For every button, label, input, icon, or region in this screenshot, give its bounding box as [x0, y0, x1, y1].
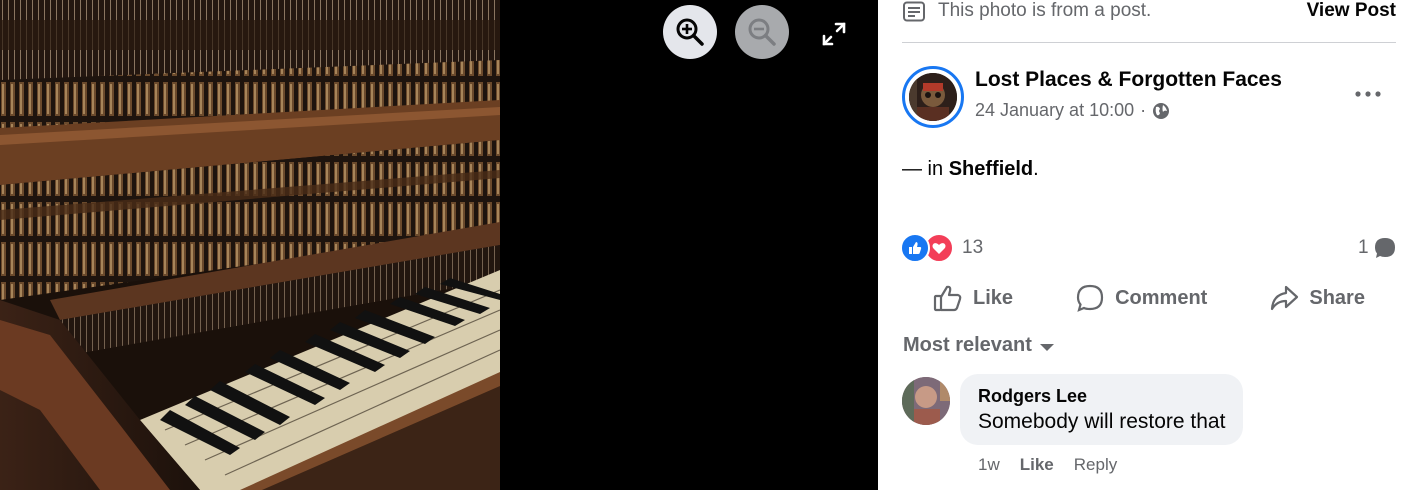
comment-text: Somebody will restore that — [978, 410, 1226, 433]
more-icon — [1355, 91, 1381, 97]
post-meta: 24 January at 10:00 · — [975, 100, 1170, 121]
share-button[interactable]: Share — [1269, 284, 1365, 312]
comment-age[interactable]: 1w — [978, 455, 1000, 475]
comment-icon — [1076, 284, 1104, 312]
comment-sort-dropdown[interactable]: Most relevant — [903, 334, 1054, 357]
share-icon — [1271, 285, 1299, 311]
meta-separator: · — [1140, 100, 1147, 120]
post-panel: This photo is from a post. View Post Los… — [878, 0, 1408, 490]
like-button-label: Like — [973, 286, 1014, 309]
more-options-button[interactable] — [1354, 84, 1382, 104]
comment-button[interactable]: Comment — [1075, 283, 1207, 313]
post-actions: Like Comment Share — [902, 274, 1396, 322]
comment-sort-label: Most relevant — [903, 334, 1032, 356]
reaction-count: 13 — [962, 237, 984, 258]
post-timestamp[interactable]: 24 January at 10:00 — [975, 100, 1134, 121]
comment-author[interactable]: Rodgers Lee — [978, 384, 1225, 408]
post-text: — in Sheffield. — [902, 158, 1039, 181]
comment-bubble-icon — [1374, 238, 1395, 258]
comment-author-avatar[interactable] — [902, 377, 950, 425]
photo-viewer — [0, 0, 878, 490]
comment-actions: 1w Like Reply — [978, 455, 1117, 475]
expand-icon — [822, 22, 846, 46]
post-notice-text: This photo is from a post. — [938, 0, 1152, 21]
post-text-prefix: — in — [902, 158, 949, 180]
caret-down-icon — [1039, 343, 1054, 351]
document-icon — [903, 1, 925, 22]
comment-count-value: 1 — [1358, 237, 1369, 258]
zoom-in-icon — [676, 18, 704, 46]
share-button-label: Share — [1309, 286, 1365, 309]
zoom-out-icon — [748, 18, 776, 46]
like-reaction-icon — [900, 233, 930, 263]
zoom-in-button[interactable] — [663, 5, 717, 59]
comment-reply-link[interactable]: Reply — [1074, 455, 1117, 475]
comment-like-link[interactable]: Like — [1020, 455, 1054, 475]
like-button[interactable]: Like — [933, 284, 1013, 312]
comment-count[interactable]: 1 — [1358, 236, 1397, 260]
view-post-link[interactable]: View Post — [1307, 0, 1396, 22]
page-avatar[interactable] — [902, 66, 964, 128]
comment-button-label: Comment — [1115, 286, 1208, 309]
globe-icon — [1153, 102, 1170, 119]
reactions-summary[interactable]: 13 — [900, 233, 983, 263]
post-notice: This photo is from a post. View Post — [902, 0, 1396, 43]
thumbs-up-icon — [933, 285, 962, 312]
page-avatar-image — [909, 73, 957, 121]
zoom-out-button[interactable] — [735, 5, 789, 59]
location-link[interactable]: Sheffield — [949, 158, 1033, 180]
piano-photo — [0, 0, 500, 490]
page-name-link[interactable]: Lost Places & Forgotten Faces — [975, 68, 1282, 92]
post-text-suffix: . — [1033, 158, 1039, 180]
comment-bubble: Rodgers Lee Somebody will restore that — [960, 374, 1244, 445]
fullscreen-button[interactable] — [818, 18, 850, 50]
